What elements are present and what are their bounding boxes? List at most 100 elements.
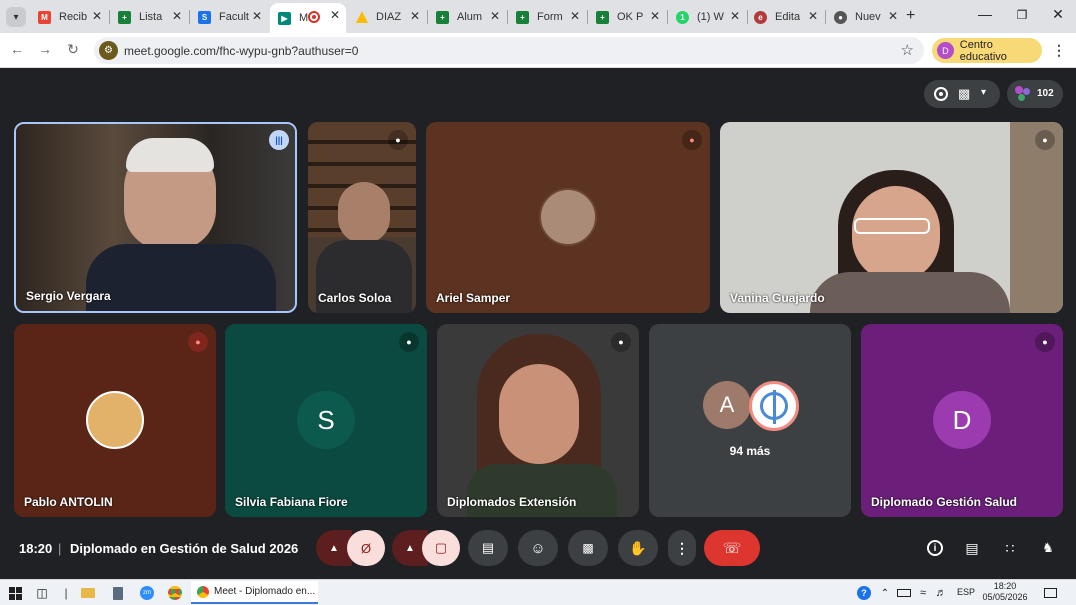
- browser-tab[interactable]: + Alum ✕: [428, 4, 506, 30]
- mic-off-icon: ●: [1035, 130, 1055, 150]
- browser-tab[interactable]: M Recib ✕: [30, 4, 108, 30]
- raise-hand-button[interactable]: ✋: [618, 530, 658, 566]
- close-tab-icon[interactable]: ✕: [410, 9, 420, 23]
- shelf: [1010, 122, 1063, 313]
- tab-title: Facult: [219, 11, 249, 23]
- chevron-up-icon: ▲: [329, 542, 339, 554]
- notification-icon: [1043, 588, 1057, 598]
- minimize-button[interactable]: —: [975, 6, 995, 22]
- help-icon[interactable]: ?: [856, 585, 872, 601]
- leave-call-button[interactable]: ☏: [704, 530, 760, 566]
- close-tab-icon[interactable]: ✕: [808, 9, 818, 23]
- browser-menu-icon[interactable]: ⋮: [1052, 42, 1066, 59]
- clock[interactable]: 18:20 05/05/2026: [982, 581, 1028, 603]
- site-info-icon[interactable]: ⚙: [99, 41, 118, 60]
- browser-tab[interactable]: + OK P ✕: [588, 4, 666, 30]
- language-indicator[interactable]: ESP: [957, 587, 975, 597]
- present-icon: ▤: [481, 540, 495, 555]
- reload-button[interactable]: ↻: [63, 41, 83, 58]
- participant-tile[interactable]: ● Ariel Samper: [426, 122, 710, 313]
- participant-tile[interactable]: ● Vanina Guajardo: [720, 122, 1063, 313]
- volume-icon[interactable]: ♬: [933, 585, 949, 601]
- profile-avatar: D: [937, 42, 954, 59]
- browser-tab[interactable]: + Lista ✕: [110, 4, 188, 30]
- close-tab-icon[interactable]: ✕: [888, 9, 898, 23]
- back-button[interactable]: ←: [7, 41, 27, 57]
- calculator-icon: [113, 586, 123, 600]
- participant-count: 102: [1037, 88, 1054, 99]
- camera-toggle-button[interactable]: ▢: [422, 530, 460, 566]
- hang-up-icon: ☏: [722, 540, 742, 557]
- new-tab-button[interactable]: +: [906, 7, 915, 25]
- close-tab-icon[interactable]: ✕: [172, 9, 182, 23]
- chat-button[interactable]: ▤: [961, 537, 983, 559]
- start-button[interactable]: [7, 585, 23, 601]
- participant-tile[interactable]: D ● Diplomado Gestión Salud: [861, 324, 1063, 517]
- browser-tab[interactable]: + Form ✕: [508, 4, 586, 30]
- battery-icon[interactable]: [896, 585, 912, 601]
- participant-tile[interactable]: ● Diplomados Extensión: [437, 324, 639, 517]
- tab-title: Recib: [59, 11, 88, 23]
- profile-button[interactable]: D Centro educativo: [932, 38, 1042, 63]
- browser-tab-active[interactable]: ▶ M ✕: [270, 3, 346, 33]
- close-tab-icon[interactable]: ✕: [490, 9, 500, 23]
- participants-button[interactable]: 102: [1007, 80, 1063, 108]
- browser-tab[interactable]: 1 (1) W ✕: [668, 4, 746, 30]
- person-body: [810, 272, 1010, 313]
- profile-label: Centro educativo: [959, 38, 1007, 63]
- notifications-button[interactable]: [1042, 585, 1058, 601]
- participant-tile[interactable]: ● Pablo ANTOLIN: [14, 324, 216, 517]
- browser-tab[interactable]: e Edita ✕: [746, 4, 824, 30]
- browser-tab[interactable]: ● Nuev ✕: [826, 4, 904, 30]
- mic-off-icon: ●: [399, 332, 419, 352]
- speaking-indicator: |||: [269, 130, 289, 150]
- participant-tile[interactable]: ● Carlos Soloa: [308, 122, 416, 313]
- task-view-button[interactable]: ◫: [34, 585, 50, 601]
- emoji-icon: ☺: [530, 539, 546, 557]
- more-vert-icon: ⋮: [675, 539, 689, 556]
- close-tab-icon[interactable]: ✕: [252, 9, 262, 23]
- participant-avatar: D: [933, 391, 991, 449]
- browser-tab[interactable]: S Facult ✕: [190, 4, 268, 30]
- file-explorer-button[interactable]: [80, 585, 96, 601]
- participant-photo: [86, 391, 144, 449]
- active-window-button[interactable]: Meet - Diplomado en...: [191, 581, 318, 604]
- reactions-button[interactable]: ☺: [518, 530, 558, 566]
- close-tab-icon[interactable]: ✕: [92, 9, 102, 23]
- captions-button[interactable]: ▩: [568, 530, 608, 566]
- more-options-button[interactable]: ⋮: [668, 530, 696, 566]
- browser-tab[interactable]: DIAZ ✕: [348, 4, 426, 30]
- close-tab-icon[interactable]: ✕: [650, 9, 660, 23]
- close-tab-icon[interactable]: ✕: [330, 8, 340, 22]
- forward-button[interactable]: →: [35, 41, 55, 57]
- person-head: [852, 186, 940, 282]
- close-window-button[interactable]: ✕: [1048, 6, 1068, 23]
- participant-tile[interactable]: S ● Silvia Fabiana Fiore: [225, 324, 427, 517]
- mic-toggle-button[interactable]: Ø: [347, 530, 385, 566]
- show-hidden-icons-button[interactable]: ⌃: [877, 585, 893, 601]
- more-participants-tile[interactable]: A 94 más: [649, 324, 851, 517]
- star-icon[interactable]: ☆: [901, 41, 914, 59]
- host-controls-button[interactable]: ♞: [1037, 537, 1059, 559]
- participant-name: Sergio Vergara: [26, 289, 111, 303]
- calculator-button[interactable]: [110, 585, 126, 601]
- sheets-icon: +: [118, 10, 131, 24]
- zoom-app-button[interactable]: zm: [139, 585, 155, 601]
- camera-off-icon: ▢: [434, 540, 448, 555]
- wifi-icon[interactable]: ≈: [915, 585, 931, 601]
- tab-search-button[interactable]: ▾: [6, 7, 26, 27]
- participant-tile[interactable]: ||| Sergio Vergara: [14, 122, 297, 313]
- participant-photo: [539, 188, 597, 246]
- activities-button[interactable]: ∷: [999, 537, 1021, 559]
- restore-button[interactable]: ❐: [1012, 8, 1032, 22]
- close-tab-icon[interactable]: ✕: [570, 9, 580, 23]
- address-bar[interactable]: ⚙ meet.google.com/fhc-wypu-gnb?authuser=…: [94, 37, 924, 64]
- chat-icon: ▤: [965, 539, 979, 556]
- chrome-icon: [168, 586, 182, 600]
- person-hair: [126, 138, 214, 172]
- chrome-taskbar-button[interactable]: [167, 585, 183, 601]
- recording-controls[interactable]: ▩ ▾: [924, 80, 1000, 108]
- meeting-info-button[interactable]: i: [924, 537, 946, 559]
- present-screen-button[interactable]: ▤: [468, 530, 508, 566]
- close-tab-icon[interactable]: ✕: [730, 9, 740, 23]
